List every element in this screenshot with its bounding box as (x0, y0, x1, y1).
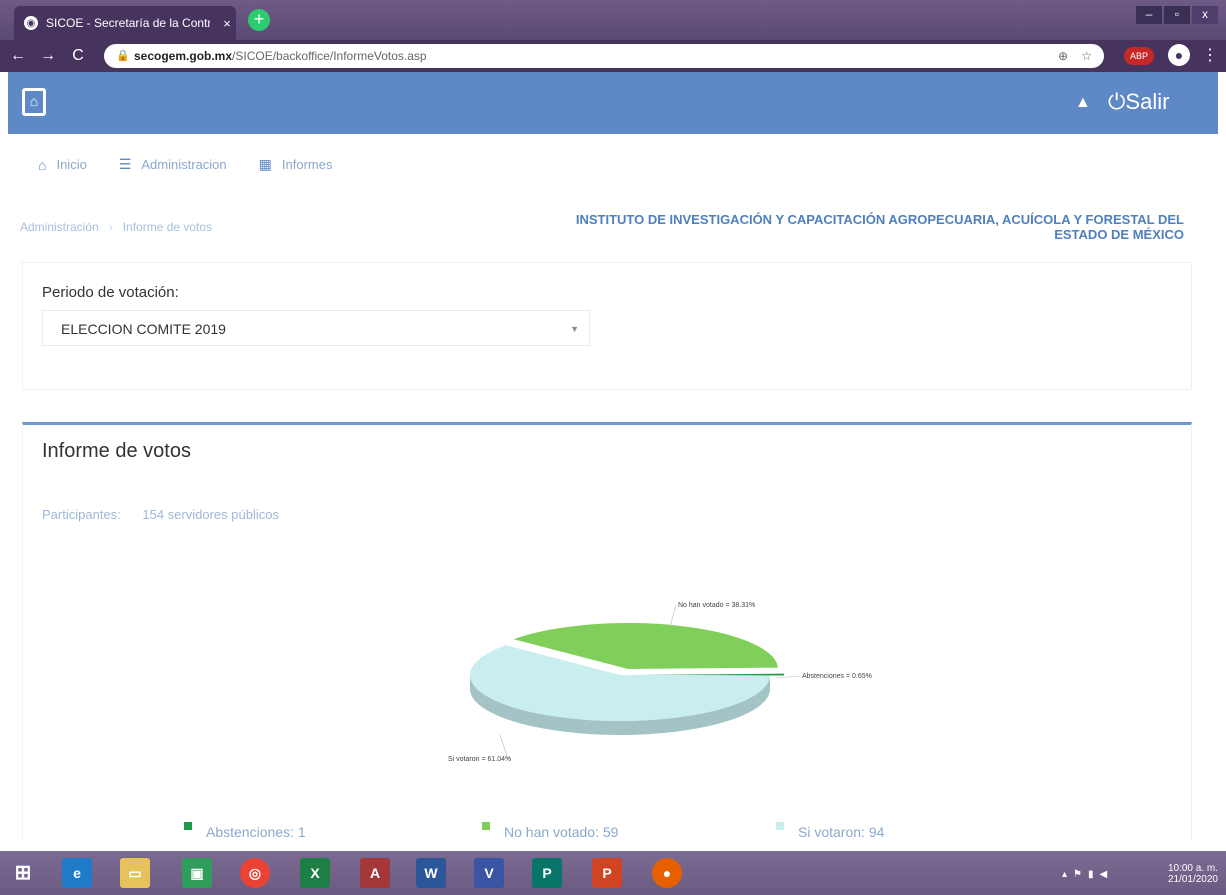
forward-arrow-icon[interactable]: → (36, 47, 60, 65)
nav-item-informes[interactable]: ▦ Informes (259, 156, 333, 173)
nav-item-label: Administracion (141, 157, 227, 172)
logout-button[interactable]: ⏻Salir (1108, 89, 1169, 115)
app-header: ⌂ ▲ ⏻Salir (8, 72, 1218, 134)
window-controls: – ▫ x (1136, 6, 1218, 24)
firefox-icon[interactable]: ● (652, 858, 682, 888)
nav-item-label: Inicio (56, 157, 87, 172)
maximize-button[interactable]: ▫ (1164, 6, 1190, 24)
access-icon[interactable]: A (360, 858, 390, 888)
home-icon: ⌂ (38, 156, 47, 173)
visio-icon[interactable]: V (474, 858, 504, 888)
url-field[interactable]: 🔒 secogem.gob.mx/SICOE/backoffice/Inform… (104, 44, 1104, 68)
powerpoint-icon[interactable]: P (592, 858, 622, 888)
close-window-button[interactable]: x (1192, 6, 1218, 24)
chrome-icon[interactable]: ◎ (240, 858, 270, 888)
publisher-icon[interactable]: P (532, 858, 562, 888)
taskbar: ⊞ e ▭ ▣ ◎ X A W V P P ● ▴⚑▮◀ 10:00 a. m.… (0, 851, 1226, 895)
institution-line: ESTADO DE MÉXICO (1054, 227, 1184, 242)
minimize-button[interactable]: – (1136, 6, 1162, 24)
main-nav: ⌂ Inicio ☰ Administracion ▦ Informes (38, 156, 332, 173)
institution-name: INSTITUTO DE INVESTIGACIÓN Y CAPACITACIÓ… (468, 212, 1184, 242)
new-tab-button[interactable]: + (248, 9, 270, 31)
pie-leader-line (775, 675, 801, 679)
participants-label: Participantes: (42, 507, 121, 522)
breadcrumb-item[interactable]: Administración (20, 220, 99, 234)
store-icon[interactable]: ▣ (182, 858, 212, 888)
url-domain: secogem.gob.mx (134, 49, 233, 63)
system-tray[interactable]: ▴⚑▮◀ (1062, 869, 1113, 880)
extension-badge[interactable]: ABP (1124, 47, 1154, 65)
clock-date: 21/01/2020 (1167, 874, 1218, 885)
participants-line: Participantes: 154 servidores públicos (42, 507, 279, 522)
legend-text: Abstenciones: 1 (206, 824, 306, 840)
tab-title: SICOE - Secretaría de la Contralo (46, 16, 210, 30)
logout-label: Salir (1125, 89, 1170, 114)
user-icon[interactable]: ▲ (1075, 94, 1091, 112)
pie-data-label: Si votaron = 61.04% (448, 756, 511, 763)
account-icon[interactable]: ● (1168, 44, 1190, 66)
address-bar-row: ← → C 🔒 secogem.gob.mx/SICOE/backoffice/… (0, 40, 1226, 72)
back-arrow-icon[interactable]: ← (6, 47, 30, 65)
pie-data-label: No han votado = 38.31% (678, 602, 755, 609)
legend-item-abstenciones: Abstenciones: 1 (184, 822, 306, 840)
file-explorer-icon[interactable]: ▭ (120, 858, 150, 888)
institution-line: INSTITUTO DE INVESTIGACIÓN Y CAPACITACIÓ… (575, 212, 1184, 227)
chevron-down-icon: ▼ (570, 324, 579, 334)
pie-data-label: Abstenciones = 0.65% (802, 673, 872, 680)
legend-swatch (482, 822, 490, 830)
nav-item-inicio[interactable]: ⌂ Inicio (38, 156, 87, 173)
legend-item-no-han-votado: No han votado: 59 (482, 822, 619, 840)
browser-tab-bar: ◉ SICOE - Secretaría de la Contralo × + … (0, 0, 1226, 40)
clock-time: 10:00 a. m. (1167, 863, 1218, 874)
legend-item-si-votaron: Si votaron: 94 (776, 822, 885, 840)
edge-icon[interactable]: e (62, 858, 92, 888)
browser-menu-icon[interactable]: ⋮ (1202, 45, 1218, 65)
windows-start-icon[interactable]: ⊞ (8, 858, 38, 888)
lock-icon: 🔒 (116, 50, 130, 62)
legend-swatch (184, 822, 192, 830)
nav-item-label: Informes (281, 157, 333, 172)
nav-item-administracion[interactable]: ☰ Administracion (119, 156, 227, 173)
legend-text: No han votado: 59 (504, 824, 619, 840)
zoom-icon[interactable]: ⊕ (1058, 44, 1068, 68)
votes-pie-chart: No han votado = 38.31% Abstenciones = 0.6… (448, 602, 872, 763)
reload-icon[interactable]: C (66, 47, 90, 65)
period-selected-value: ELECCION COMITE 2019 (61, 321, 226, 337)
breadcrumb-separator: › (108, 220, 113, 234)
report-icon: ▦ (258, 156, 272, 172)
breadcrumb-item: Informe de votos (122, 220, 213, 234)
tab-close-icon[interactable]: × (218, 16, 236, 31)
legend-text: Si votaron: 94 (798, 824, 885, 840)
site-favicon-icon: ◉ (24, 16, 38, 30)
excel-icon[interactable]: X (300, 858, 330, 888)
report-title: Informe de votos (42, 440, 191, 462)
word-icon[interactable]: W (416, 858, 446, 888)
url-path: /SICOE/backoffice/InformeVotos.asp (232, 49, 427, 63)
pie-leader-line (669, 604, 677, 628)
participants-value: 154 servidores públicos (142, 507, 279, 522)
legend-swatch (776, 822, 784, 830)
bookmark-star-icon[interactable]: ☆ (1081, 44, 1092, 68)
list-icon: ☰ (118, 156, 132, 172)
period-label: Periodo de votación: (42, 284, 179, 301)
system-clock[interactable]: 10:00 a. m. 21/01/2020 (1168, 863, 1218, 885)
app-logo-icon[interactable]: ⌂ (22, 88, 46, 116)
breadcrumb: Administración › Informe de votos (20, 220, 212, 234)
period-select[interactable]: ELECCION COMITE 2019 ▼ (42, 310, 590, 346)
browser-tab[interactable]: ◉ SICOE - Secretaría de la Contralo × (14, 6, 236, 40)
